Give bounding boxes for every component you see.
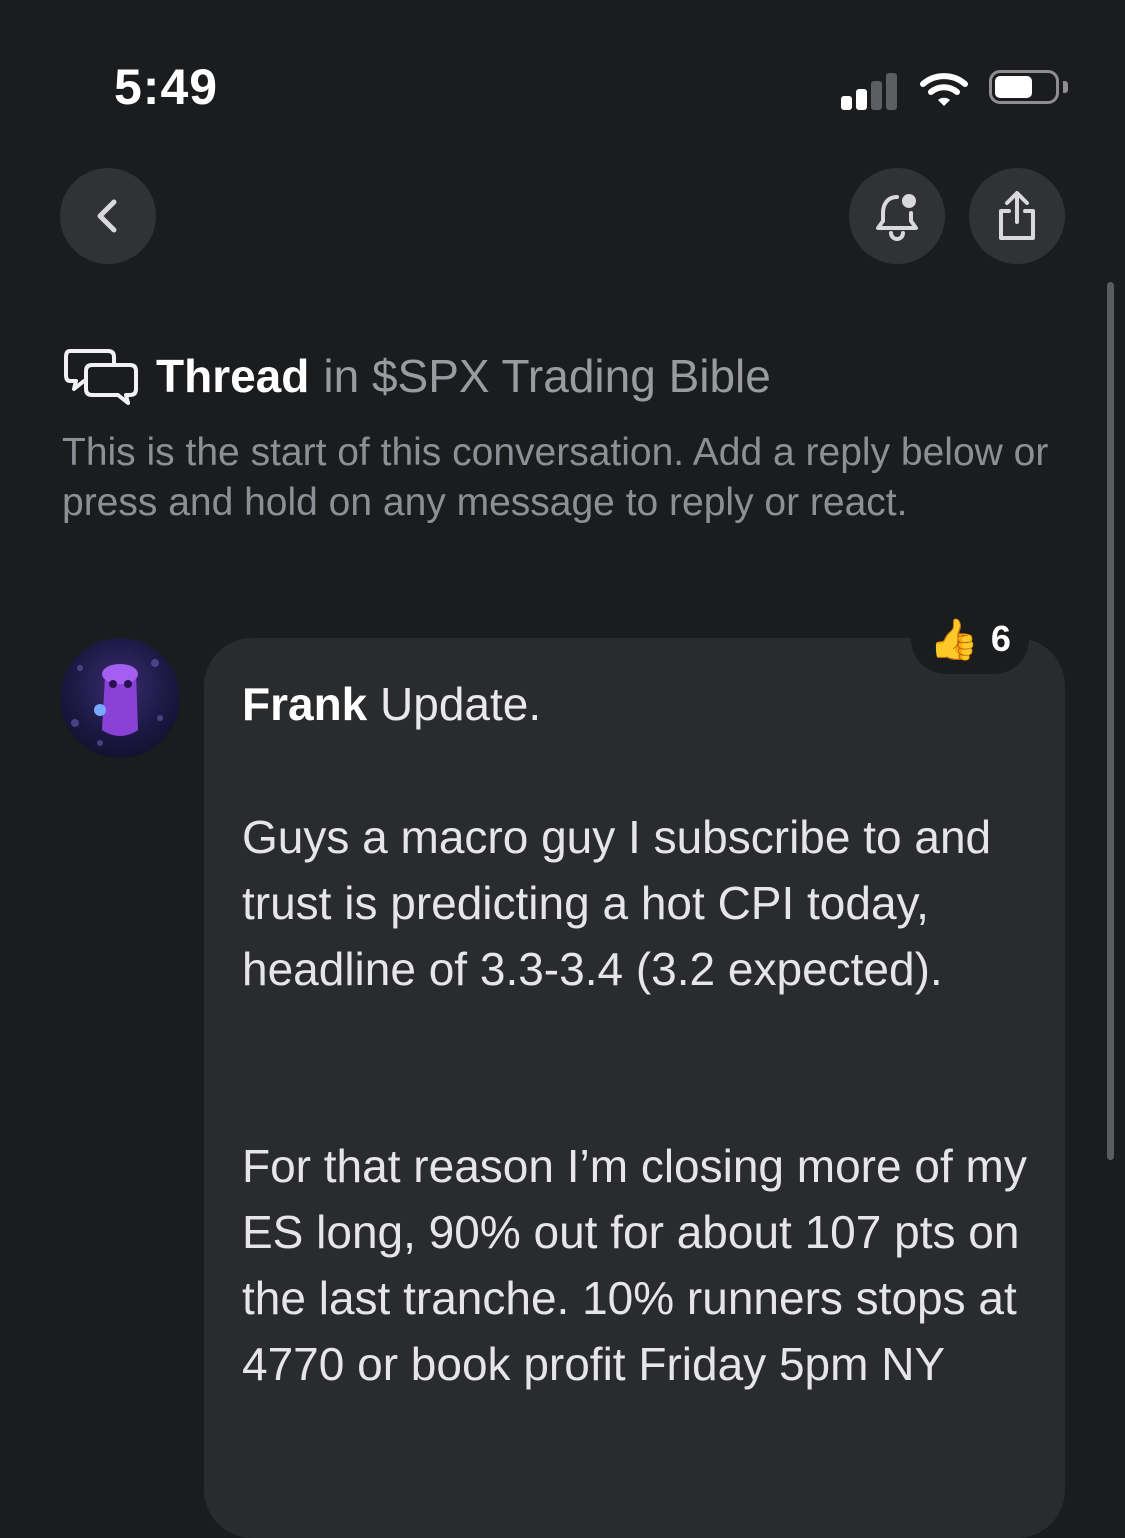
- avatar-image: [71, 659, 163, 746]
- thumbs-up-icon: 👍: [929, 617, 979, 662]
- message-bubble[interactable]: [204, 638, 1065, 1538]
- reaction-thumbs-up[interactable]: 👍 6: [911, 604, 1029, 674]
- share-icon: [999, 191, 1035, 240]
- thread-channel[interactable]: in $SPX Trading Bible: [323, 349, 771, 403]
- message-paragraph: Guys a macro guy I subscribe to and trus…: [242, 811, 992, 995]
- battery-icon: [989, 70, 1068, 106]
- cellular-signal-icon: [841, 70, 901, 110]
- message-header: Frank Update.: [242, 674, 541, 734]
- chevron-left-icon: [97, 199, 117, 233]
- notification-button[interactable]: [849, 168, 945, 264]
- thread-title: Thread: [156, 350, 310, 402]
- chat-bubbles-icon: [64, 349, 138, 405]
- message-author[interactable]: Frank: [242, 678, 367, 730]
- avatar[interactable]: [60, 638, 180, 758]
- thread-header: Thread in $SPX Trading Bible: [64, 344, 771, 408]
- message-headline: Update.: [380, 678, 542, 730]
- thread-intro-text: This is the start of this conversation. …: [62, 431, 1049, 524]
- status-time: 5:49: [114, 59, 219, 115]
- share-button[interactable]: [969, 168, 1065, 264]
- reaction-count: 6: [990, 618, 1011, 659]
- wifi-icon: [919, 70, 969, 115]
- back-button[interactable]: [60, 168, 156, 264]
- scrollbar[interactable]: [1107, 282, 1114, 1160]
- message-paragraph: For that reason I’m closing more of my E…: [242, 1140, 1027, 1390]
- bell-icon: [876, 194, 918, 241]
